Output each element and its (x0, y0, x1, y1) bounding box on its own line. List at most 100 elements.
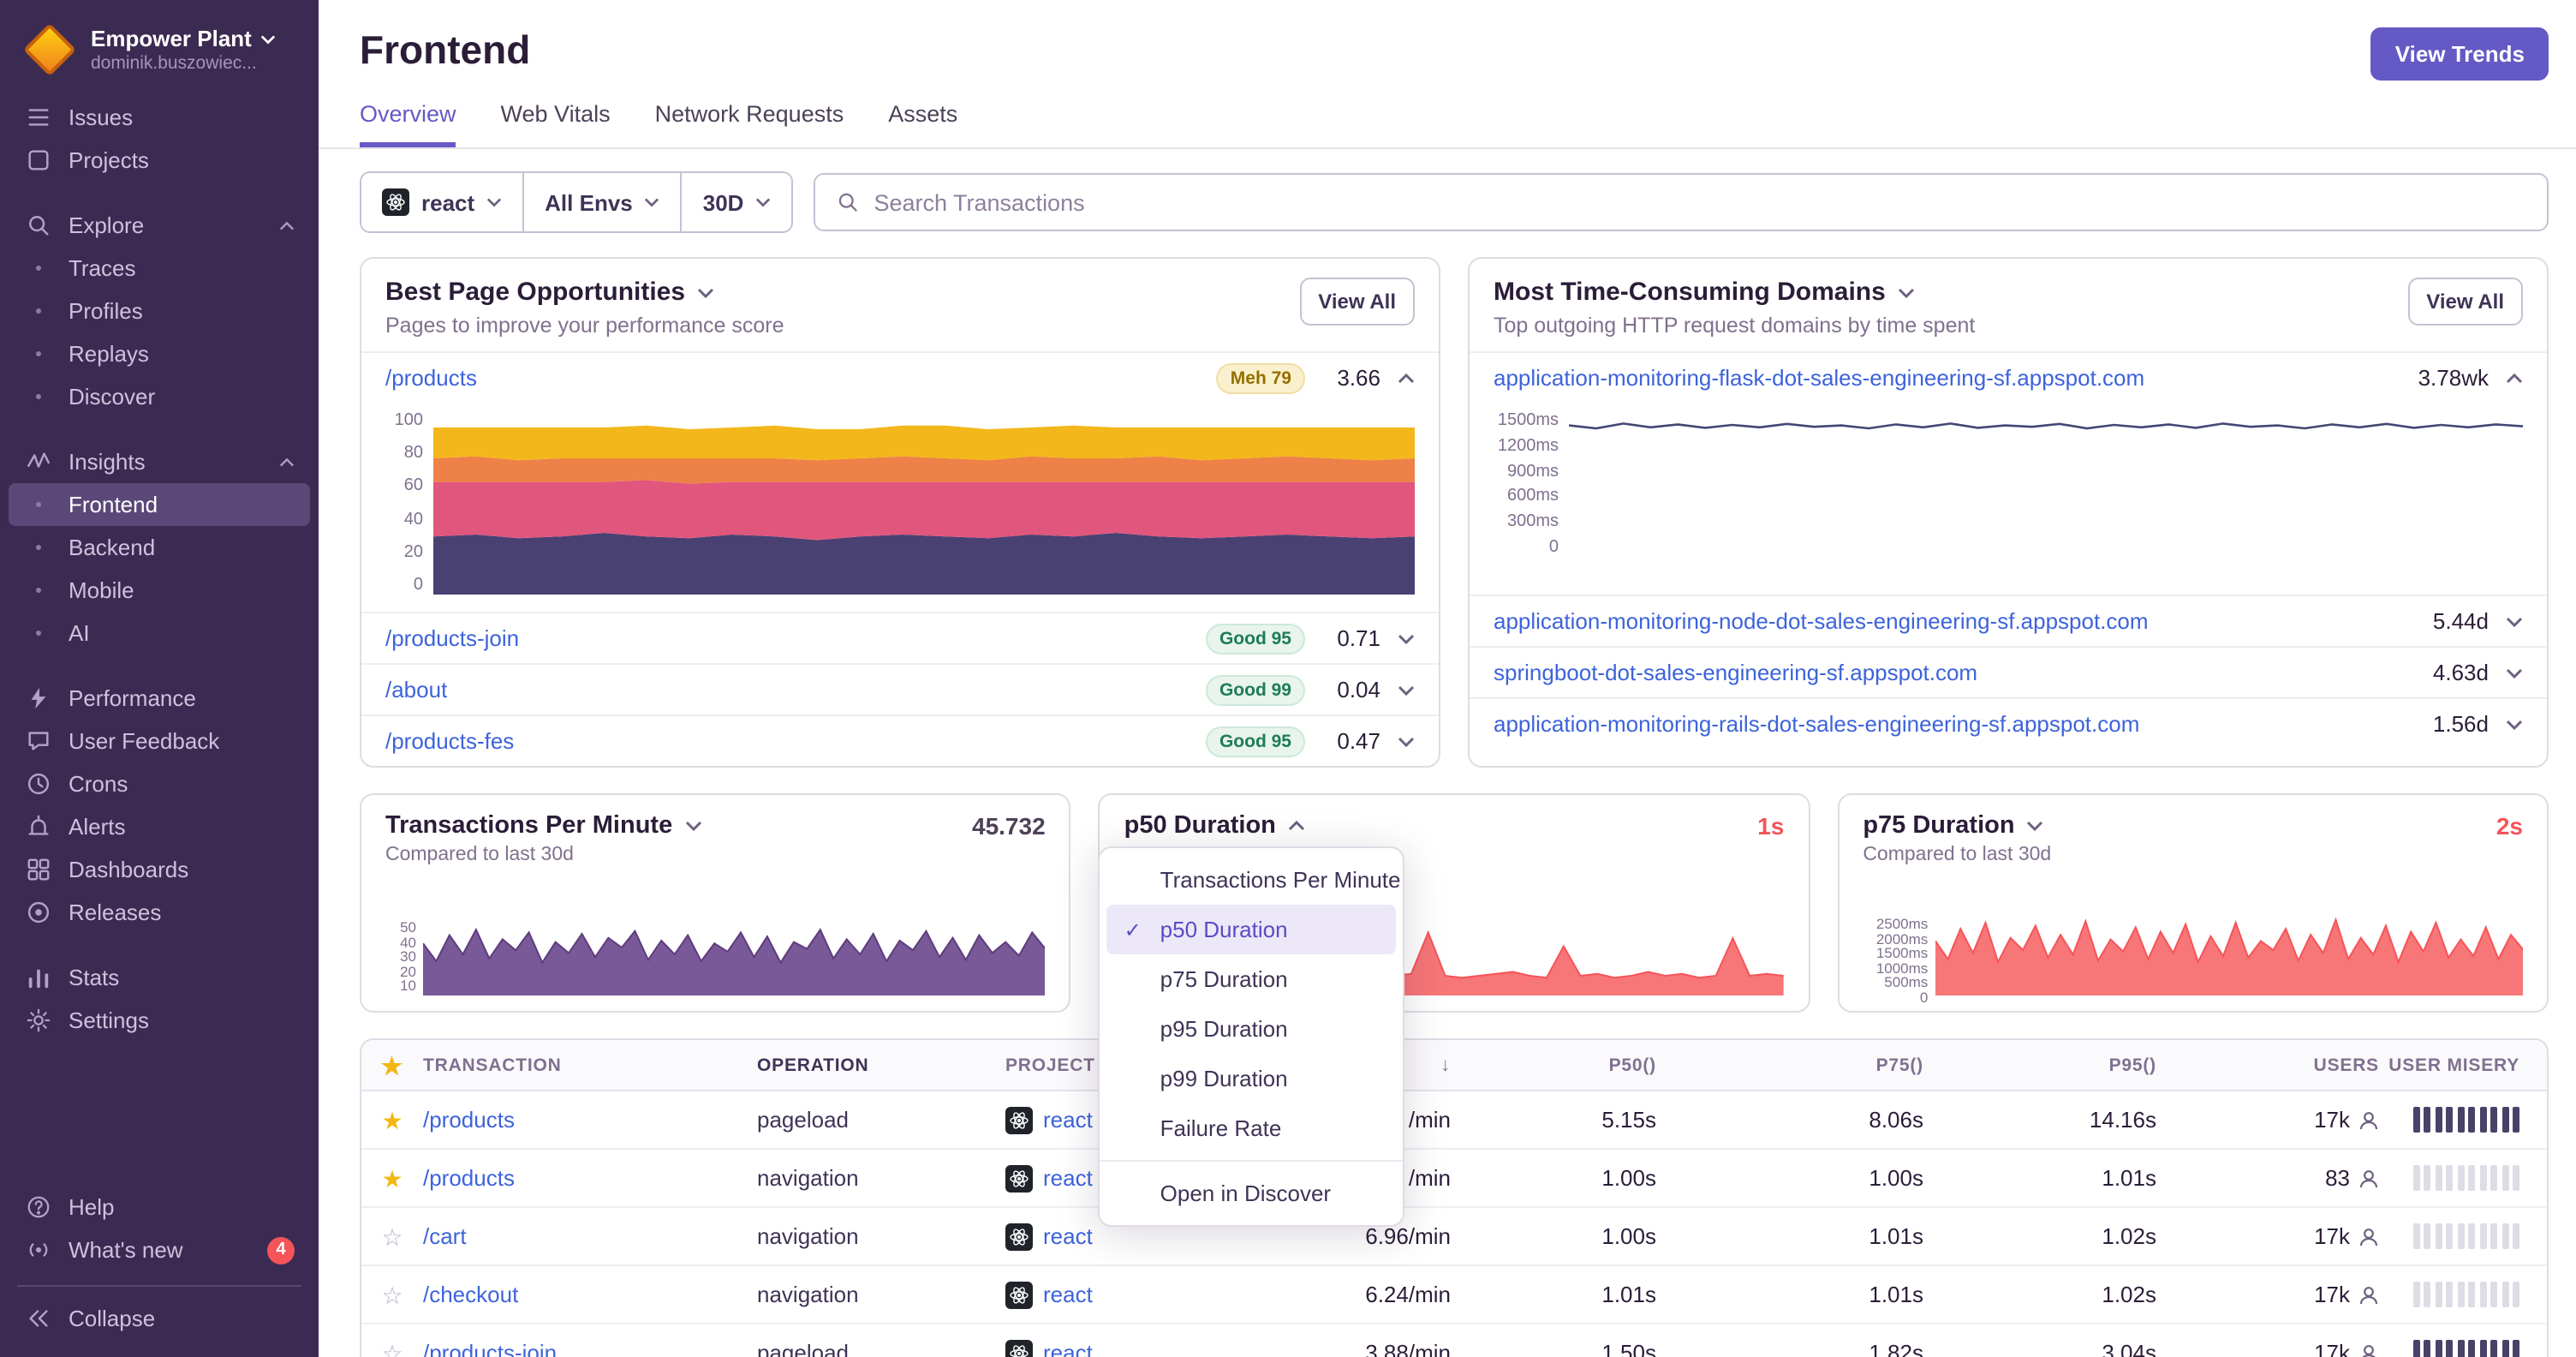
star-toggle[interactable]: ☆ (381, 1341, 402, 1357)
row-expand-chevron[interactable] (1398, 736, 1415, 746)
view-trends-button[interactable]: View Trends (2370, 27, 2549, 81)
menu-item-failure-rate[interactable]: Failure Rate (1107, 1103, 1397, 1153)
sidebar-item-profiles[interactable]: Profiles (9, 290, 310, 332)
page-link[interactable]: /products-fes (385, 728, 514, 754)
sidebar-item-replays[interactable]: Replays (9, 332, 310, 375)
sidebar-item-ai[interactable]: AI (9, 612, 310, 655)
column-p50[interactable]: P50() (1471, 1055, 1656, 1075)
tab-assets[interactable]: Assets (888, 101, 957, 147)
page-link[interactable]: /products (385, 365, 477, 391)
star-toggle[interactable]: ★ (381, 1166, 402, 1190)
tpm-metric-selector[interactable]: Transactions Per Minute (385, 812, 701, 840)
domain-link[interactable]: application-monitoring-flask-dot-sales-e… (1494, 365, 2144, 391)
star-toggle[interactable]: ☆ (381, 1224, 402, 1248)
sidebar-item-traces[interactable]: Traces (9, 247, 310, 290)
domain-row[interactable]: springboot-dot-sales-engineering-sf.apps… (1470, 646, 2547, 697)
table-row[interactable]: ☆ /checkout navigation react 6.24/min 1.… (361, 1266, 2547, 1324)
table-row[interactable]: ★ /products navigation react /min 1.00s … (361, 1150, 2547, 1208)
domain-link[interactable]: application-monitoring-node-dot-sales-en… (1494, 608, 2149, 634)
column-transaction[interactable]: TRANSACTION (423, 1055, 757, 1075)
star-toggle[interactable]: ★ (381, 1108, 402, 1132)
sidebar-collapse-button[interactable]: Collapse (9, 1297, 310, 1340)
column-p75[interactable]: P75() (1656, 1055, 1923, 1075)
project-link[interactable]: react (1043, 1340, 1093, 1357)
table-row[interactable]: ☆ /products-join pageload react 3.88/min… (361, 1324, 2547, 1357)
sidebar-item-stats[interactable]: Stats (9, 956, 310, 999)
menu-item-p75[interactable]: p75 Duration (1107, 954, 1397, 1004)
row-expand-chevron[interactable] (2506, 616, 2523, 626)
sidebar-item-mobile[interactable]: Mobile (9, 569, 310, 612)
tpm-area-chart[interactable] (423, 920, 1046, 995)
star-toggle[interactable]: ☆ (381, 1282, 402, 1306)
transaction-link[interactable]: /checkout (423, 1282, 518, 1307)
domain-link[interactable]: application-monitoring-rails-dot-sales-e… (1494, 711, 2139, 737)
project-link[interactable]: react (1043, 1223, 1093, 1249)
project-selector[interactable]: react (361, 173, 525, 231)
sidebar-item-settings[interactable]: Settings (9, 999, 310, 1042)
tab-network-requests[interactable]: Network Requests (655, 101, 844, 147)
tab-web-vitals[interactable]: Web Vitals (501, 101, 611, 147)
p75-area-chart[interactable] (1935, 917, 2523, 995)
menu-item-p95[interactable]: p95 Duration (1107, 1004, 1397, 1054)
page-row[interactable]: /products-fes Good 95 0.47 (361, 714, 1439, 766)
column-operation[interactable]: OPERATION (757, 1055, 1005, 1075)
page-link[interactable]: /about (385, 677, 447, 702)
sidebar-item-help[interactable]: Help (9, 1186, 310, 1228)
p75-metric-selector[interactable]: p75 Duration (1863, 812, 2043, 840)
org-switcher[interactable]: Empower Plant dominik.buszowiec... (0, 17, 319, 96)
menu-item-open-in-discover[interactable]: Open in Discover (1107, 1169, 1397, 1218)
domains-title-dropdown[interactable]: Most Time-Consuming Domains (1494, 278, 1975, 307)
domain-row[interactable]: application-monitoring-node-dot-sales-en… (1470, 595, 2547, 646)
date-range-selector[interactable]: 30D (682, 173, 792, 231)
sidebar-item-dashboards[interactable]: Dashboards (9, 848, 310, 891)
page-score-stacked-chart[interactable] (433, 413, 1415, 595)
sidebar-section-insights[interactable]: Insights (9, 440, 310, 483)
transaction-link[interactable]: /products (423, 1165, 515, 1191)
row-expand-chevron[interactable] (1398, 373, 1415, 383)
menu-item-p50[interactable]: ✓ p50 Duration (1106, 905, 1397, 954)
row-expand-chevron[interactable] (1398, 633, 1415, 643)
sidebar-item-releases[interactable]: Releases (9, 891, 310, 934)
transaction-link[interactable]: /products (423, 1107, 515, 1133)
project-link[interactable]: react (1043, 1282, 1093, 1307)
table-row[interactable]: ☆ /cart navigation react 6.96/min 1.00s … (361, 1208, 2547, 1266)
menu-item-tpm[interactable]: Transactions Per Minute (1107, 855, 1401, 905)
menu-item-p99[interactable]: p99 Duration (1107, 1054, 1397, 1103)
page-row[interactable]: /products Meh 79 3.66 (361, 351, 1439, 403)
best-pages-title-dropdown[interactable]: Best Page Opportunities (385, 278, 784, 307)
sidebar-item-frontend[interactable]: Frontend (9, 483, 310, 526)
page-row[interactable]: /products-join Good 95 0.71 (361, 612, 1439, 663)
sidebar-item-backend[interactable]: Backend (9, 526, 310, 569)
page-link[interactable]: /products-join (385, 625, 519, 651)
transaction-link[interactable]: /cart (423, 1223, 467, 1249)
column-user-misery[interactable]: USER MISERY (2379, 1055, 2547, 1075)
env-selector[interactable]: All Envs (524, 173, 683, 231)
domain-row[interactable]: application-monitoring-rails-dot-sales-e… (1470, 697, 2547, 749)
sidebar-section-explore[interactable]: Explore (9, 204, 310, 247)
transaction-link[interactable]: /products-join (423, 1340, 557, 1357)
sidebar-item-issues[interactable]: Issues (9, 96, 310, 139)
column-p95[interactable]: P95() (1923, 1055, 2156, 1075)
sidebar-item-crons[interactable]: Crons (9, 762, 310, 805)
table-row[interactable]: ★ /products pageload react /min 5.15s 8.… (361, 1091, 2547, 1150)
row-expand-chevron[interactable] (2506, 667, 2523, 678)
row-expand-chevron[interactable] (2506, 719, 2523, 729)
row-expand-chevron[interactable] (1398, 684, 1415, 695)
sidebar-item-projects[interactable]: Projects (9, 139, 310, 182)
tab-overview[interactable]: Overview (360, 101, 456, 147)
row-expand-chevron[interactable] (2506, 373, 2523, 383)
domain-link[interactable]: springboot-dot-sales-engineering-sf.apps… (1494, 660, 1977, 685)
page-row[interactable]: /about Good 99 0.04 (361, 663, 1439, 714)
sidebar-item-alerts[interactable]: Alerts (9, 805, 310, 848)
search-input[interactable] (874, 189, 2526, 215)
sidebar-item-user-feedback[interactable]: User Feedback (9, 720, 310, 762)
domains-view-all-button[interactable]: View All (2407, 278, 2523, 326)
p50-metric-selector[interactable]: p50 Duration (1124, 812, 1305, 840)
domain-time-line-chart[interactable] (1569, 413, 2523, 557)
sidebar-item-whats-new[interactable]: What's new 4 (9, 1228, 310, 1271)
column-users[interactable]: USERS (2156, 1055, 2379, 1075)
project-link[interactable]: react (1043, 1165, 1093, 1191)
best-pages-view-all-button[interactable]: View All (1299, 278, 1415, 326)
project-link[interactable]: react (1043, 1107, 1093, 1133)
sidebar-item-discover[interactable]: Discover (9, 375, 310, 418)
